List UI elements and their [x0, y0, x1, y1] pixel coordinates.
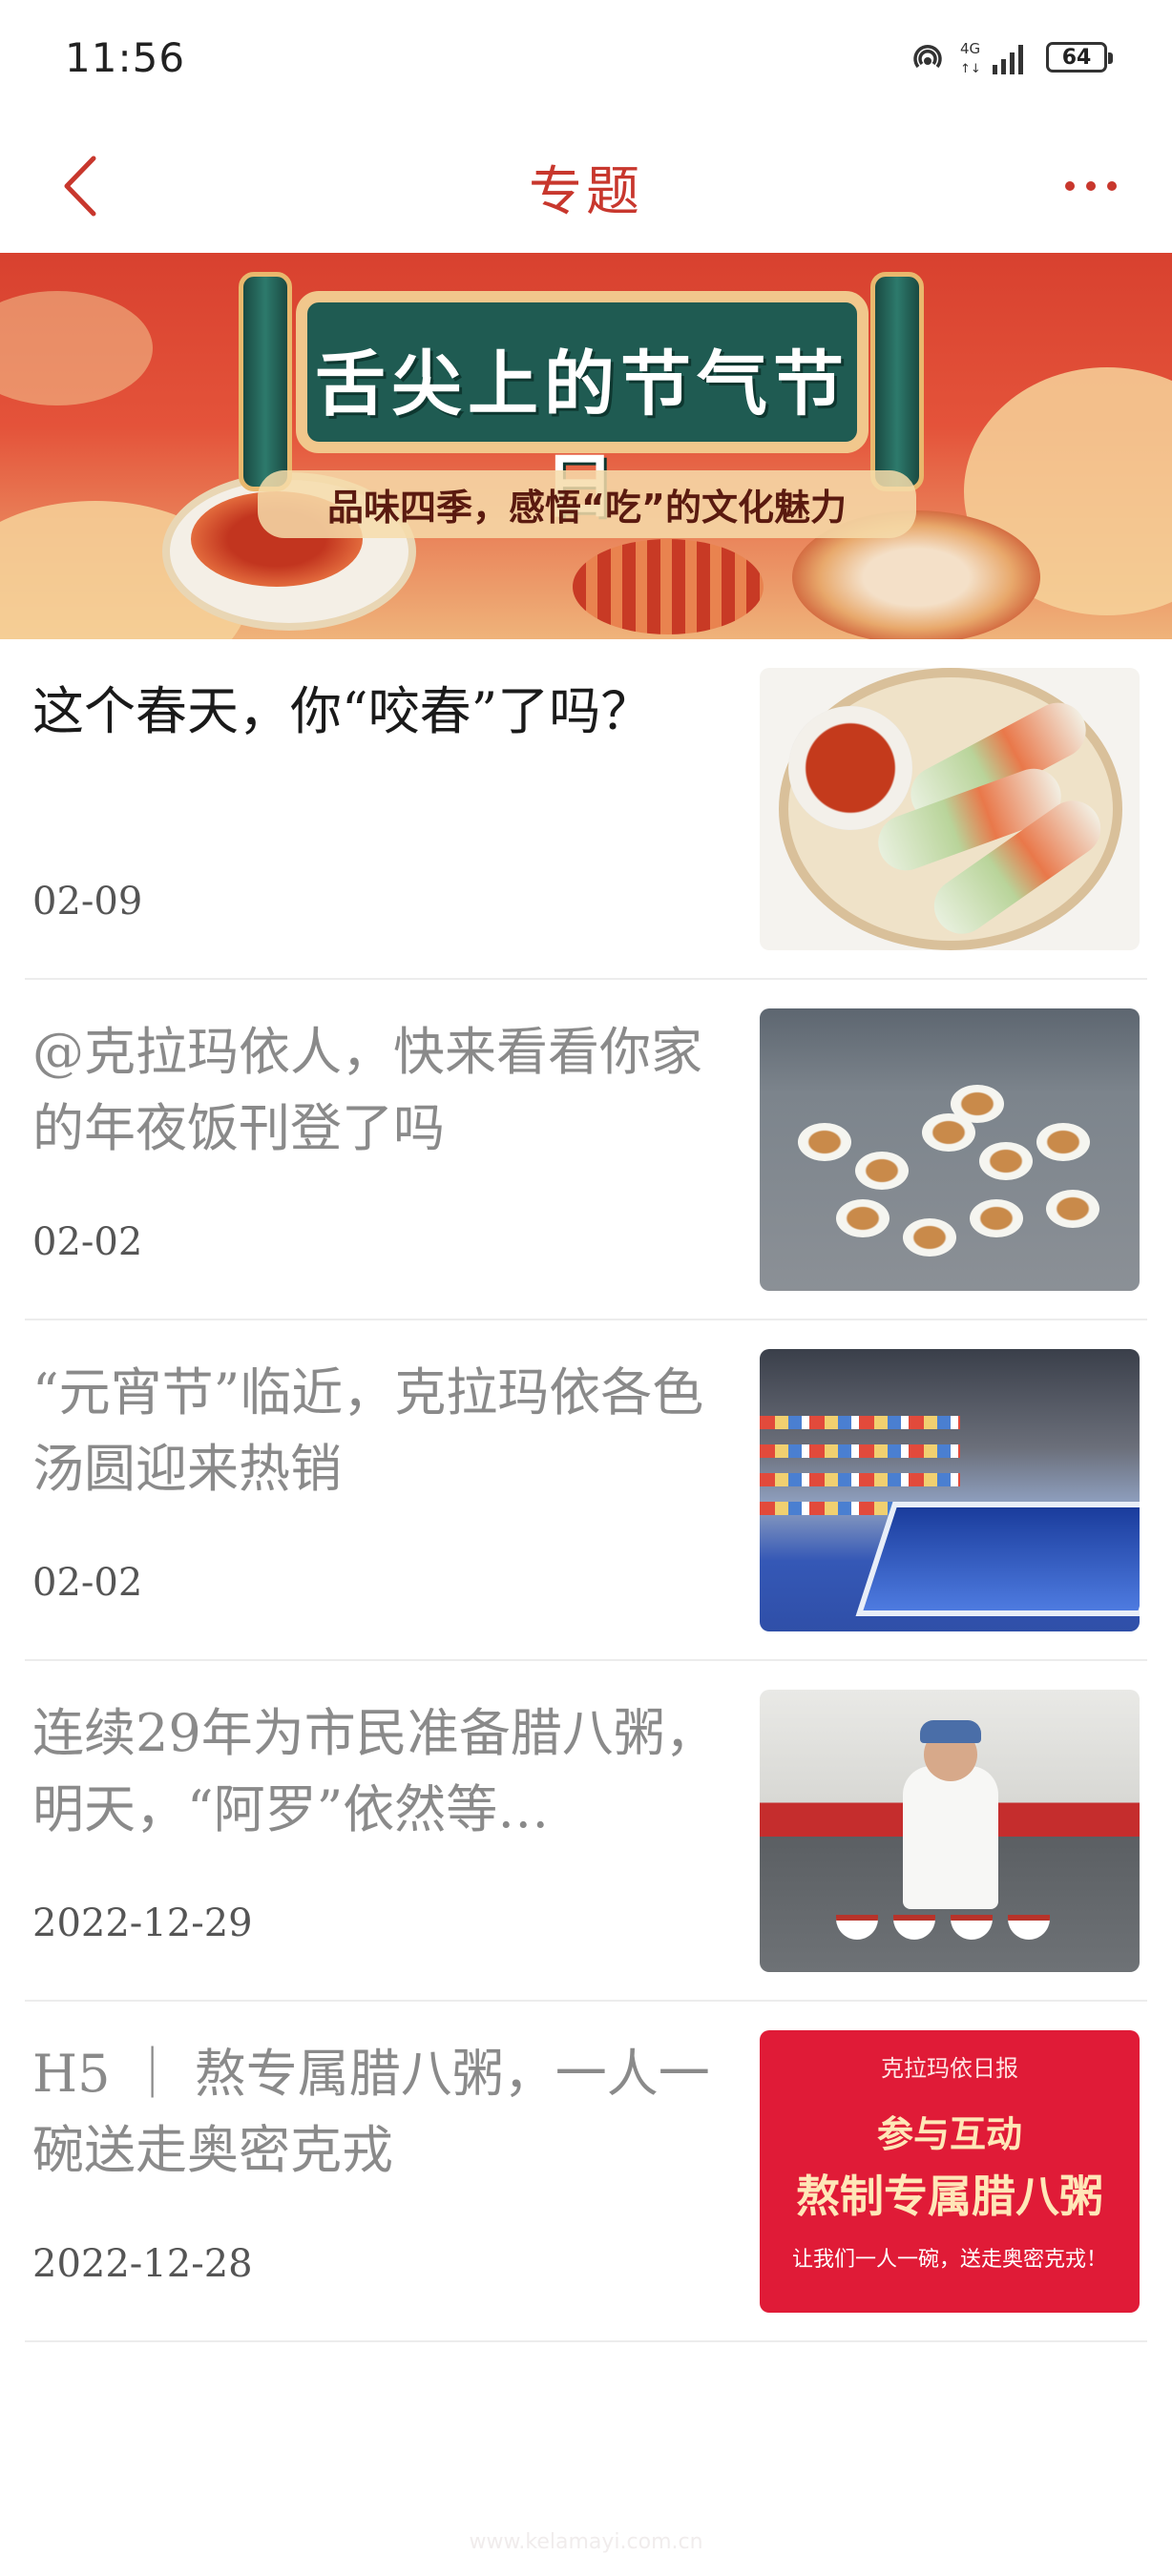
article-thumbnail: [760, 1008, 1140, 1291]
list-item[interactable]: H5 ｜ 熬专属腊八粥，一人一碗送走奥密克戎 2022-12-28 克拉玛依日报…: [25, 2002, 1147, 2342]
article-thumbnail: 克拉玛依日报 参与互动 熬制专属腊八粥 让我们一人一碗，送走奥密克戎！: [760, 2030, 1140, 2313]
banner-skewers: [573, 539, 764, 634]
banner-scroll-rod: [870, 272, 924, 491]
article-date: 02-02: [32, 1220, 143, 1264]
article-list: 这个春天，你“咬春”了吗？ 02-09 @克拉玛依人，快来看看你家的年夜饭刊登了…: [0, 639, 1172, 2342]
watermark: www.kelamayi.com.cn: [469, 2530, 703, 2554]
thumbnail-masthead: 克拉玛依日报: [881, 2055, 1018, 2082]
status-time: 11:56: [65, 34, 186, 81]
article-title: H5 ｜ 熬专属腊八粥，一人一碗送走奥密克戎: [32, 2044, 710, 2180]
status-icons: 4G ↑↓ 64: [909, 38, 1113, 76]
battery-level: 64: [1061, 45, 1092, 70]
article-thumbnail: [760, 1349, 1140, 1631]
article-date: 02-02: [32, 1561, 143, 1605]
list-item[interactable]: @克拉玛依人，快来看看你家的年夜饭刊登了吗 02-02: [25, 980, 1147, 1320]
hotspot-icon: [909, 38, 947, 76]
article-title: “元宵节”临近，克拉玛依各色汤圆迎来热销: [32, 1362, 704, 1499]
thumbnail-caption: 让我们一人一碗，送走奥密克戎！: [791, 2248, 1107, 2272]
thumbnail-headline: 参与互动: [876, 2113, 1022, 2155]
signal-icon: 4G ↑↓: [960, 38, 1033, 76]
banner-scroll-rod: [239, 272, 292, 491]
banner-cloud-decoration: [0, 291, 153, 405]
network-type-label: 4G: [960, 40, 980, 57]
more-dots-icon: [1065, 181, 1117, 191]
article-thumbnail: [760, 668, 1140, 950]
banner-subtitle: 品味四季，感悟“吃”的文化魅力: [258, 470, 916, 538]
topic-banner[interactable]: 舌尖上的节气节日 品味四季，感悟“吃”的文化魅力: [0, 253, 1172, 639]
list-item[interactable]: 连续29年为市民准备腊八粥，明天，“阿罗”依然等… 2022-12-29: [25, 1661, 1147, 2002]
list-item[interactable]: 这个春天，你“咬春”了吗？ 02-09: [25, 639, 1147, 980]
list-item[interactable]: “元宵节”临近，克拉玛依各色汤圆迎来热销 02-02: [25, 1320, 1147, 1661]
page-title: 专题: [529, 161, 643, 223]
article-date: 2022-12-28: [32, 2242, 253, 2286]
article-date: 2022-12-29: [32, 1901, 253, 1945]
svg-text:↑↓: ↑↓: [960, 62, 981, 76]
battery-icon: 64: [1046, 42, 1113, 73]
article-title: 连续29年为市民准备腊八粥，明天，“阿罗”依然等…: [32, 1703, 717, 1839]
article-date: 02-09: [32, 880, 143, 924]
article-thumbnail: [760, 1690, 1140, 1972]
app-header: 专题: [0, 124, 1172, 253]
article-title: @克拉玛依人，快来看看你家的年夜饭刊登了吗: [32, 1022, 702, 1158]
status-bar: 11:56 4G ↑↓ 64: [0, 0, 1172, 124]
more-button[interactable]: [1048, 143, 1134, 229]
article-title: 这个春天，你“咬春”了吗？: [32, 681, 653, 741]
thumbnail-headline: 熬制专属腊八粥: [796, 2171, 1103, 2222]
